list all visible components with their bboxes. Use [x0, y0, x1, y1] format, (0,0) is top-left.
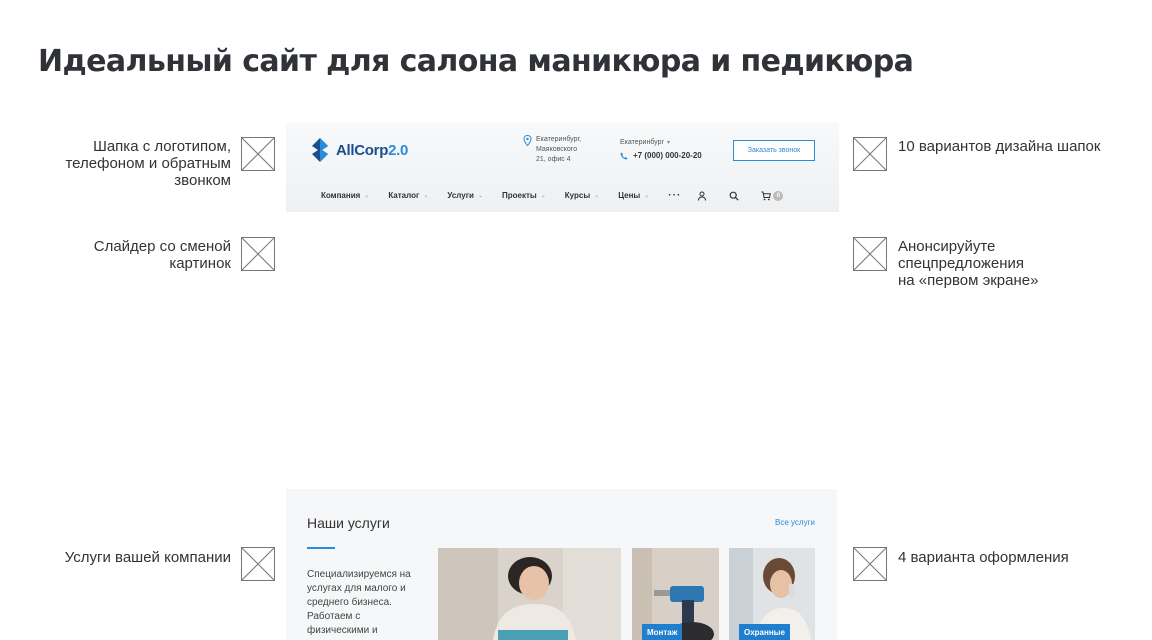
chevron-down-icon: ⌄ — [477, 193, 483, 199]
nav-item-courses[interactable]: Курсы ⌄ — [565, 191, 599, 200]
woman-photo — [438, 548, 621, 640]
chevron-down-icon: ▾ — [667, 140, 671, 146]
chevron-down-icon: ⌄ — [644, 193, 650, 199]
all-services-link[interactable]: Все услуги — [775, 518, 815, 527]
slider-area — [286, 212, 839, 489]
phone-link[interactable]: +7 (000) 000-20-20 — [620, 151, 702, 160]
service-photo-manicure[interactable] — [438, 548, 621, 640]
nav-item-catalog[interactable]: Каталог ⌄ — [388, 191, 428, 200]
nav-item-company[interactable]: Компания ⌄ — [321, 191, 369, 200]
placeholder-x-icon — [853, 547, 887, 581]
callback-button[interactable]: Заказать звонок — [733, 140, 815, 161]
phone-number: +7 (000) 000-20-20 — [633, 151, 702, 160]
services-section: Наши услуги Все услуги Специализируемся … — [286, 489, 837, 640]
annotation-services-right: 4 варианта оформления — [898, 549, 1069, 566]
logo-mark-icon — [312, 138, 328, 162]
placeholder-x-icon — [241, 137, 275, 171]
city-selector[interactable]: Екатеринбург ▾ — [620, 139, 702, 146]
service-tag-installation: Монтаж — [642, 624, 683, 640]
more-menu-icon[interactable]: ··· — [668, 190, 681, 201]
cart-button[interactable]: 0 — [761, 190, 784, 201]
logo-text: AllCorp2.0 — [336, 141, 409, 159]
nav-item-prices[interactable]: Цены ⌄ — [618, 191, 649, 200]
location-pin-icon — [523, 135, 532, 146]
site-header-mockup: AllCorp2.0 Екатеринбург, Маяковского 21,… — [286, 123, 839, 212]
services-title: Наши услуги — [307, 515, 390, 531]
services-description: Специализируемся на услугах для малого и… — [307, 569, 411, 636]
service-tag-security: Охранные — [739, 624, 790, 640]
phone-icon — [620, 152, 628, 159]
site-logo[interactable]: AllCorp2.0 — [308, 137, 408, 163]
annotation-header-left: Шапка с логотипом, телефоном и обратным … — [65, 138, 231, 189]
contacts-block: Екатеринбург ▾ +7 (000) 000-20-20 — [620, 139, 702, 160]
page-title: Идеальный сайт для салона маникюра и пед… — [38, 44, 914, 79]
annotation-slider-left: Слайдер со сменой картинок — [93, 238, 231, 272]
cart-count-badge: 0 — [773, 190, 784, 201]
address-text: Екатеринбург, Маяковского 21, офис 4 — [536, 136, 582, 163]
address-block: Екатеринбург, Маяковского 21, офис 4 — [523, 135, 581, 165]
chevron-down-icon: ⌄ — [423, 193, 429, 199]
placeholder-x-icon — [241, 237, 275, 271]
search-icon[interactable] — [729, 191, 739, 201]
annotation-header-right: 10 вариантов дизайна шапок — [898, 138, 1101, 155]
city-label: Екатеринбург — [620, 139, 665, 146]
placeholder-x-icon — [241, 547, 275, 581]
nav-item-services[interactable]: Услуги ⌄ — [447, 191, 483, 200]
cart-icon — [761, 191, 772, 200]
chevron-down-icon: ⌄ — [540, 193, 546, 199]
main-nav: Компания ⌄ Каталог ⌄ Услуги ⌄ Проекты ⌄ Курс… — [321, 190, 784, 201]
user-icon[interactable] — [697, 191, 707, 201]
nav-item-projects[interactable]: Проекты ⌄ — [502, 191, 546, 200]
chevron-down-icon: ⌄ — [364, 193, 370, 199]
placeholder-x-icon — [853, 137, 887, 171]
annotation-services-left: Услуги вашей компании — [64, 549, 231, 566]
annotation-slider-right: Анонсируйуте спецпредложения на «первом … — [898, 238, 1039, 289]
chevron-down-icon: ⌄ — [594, 193, 600, 199]
title-underline — [307, 547, 335, 549]
service-photo-installation[interactable]: Монтаж — [632, 548, 719, 640]
service-photo-security[interactable]: Охранные — [729, 548, 815, 640]
placeholder-x-icon — [853, 237, 887, 271]
